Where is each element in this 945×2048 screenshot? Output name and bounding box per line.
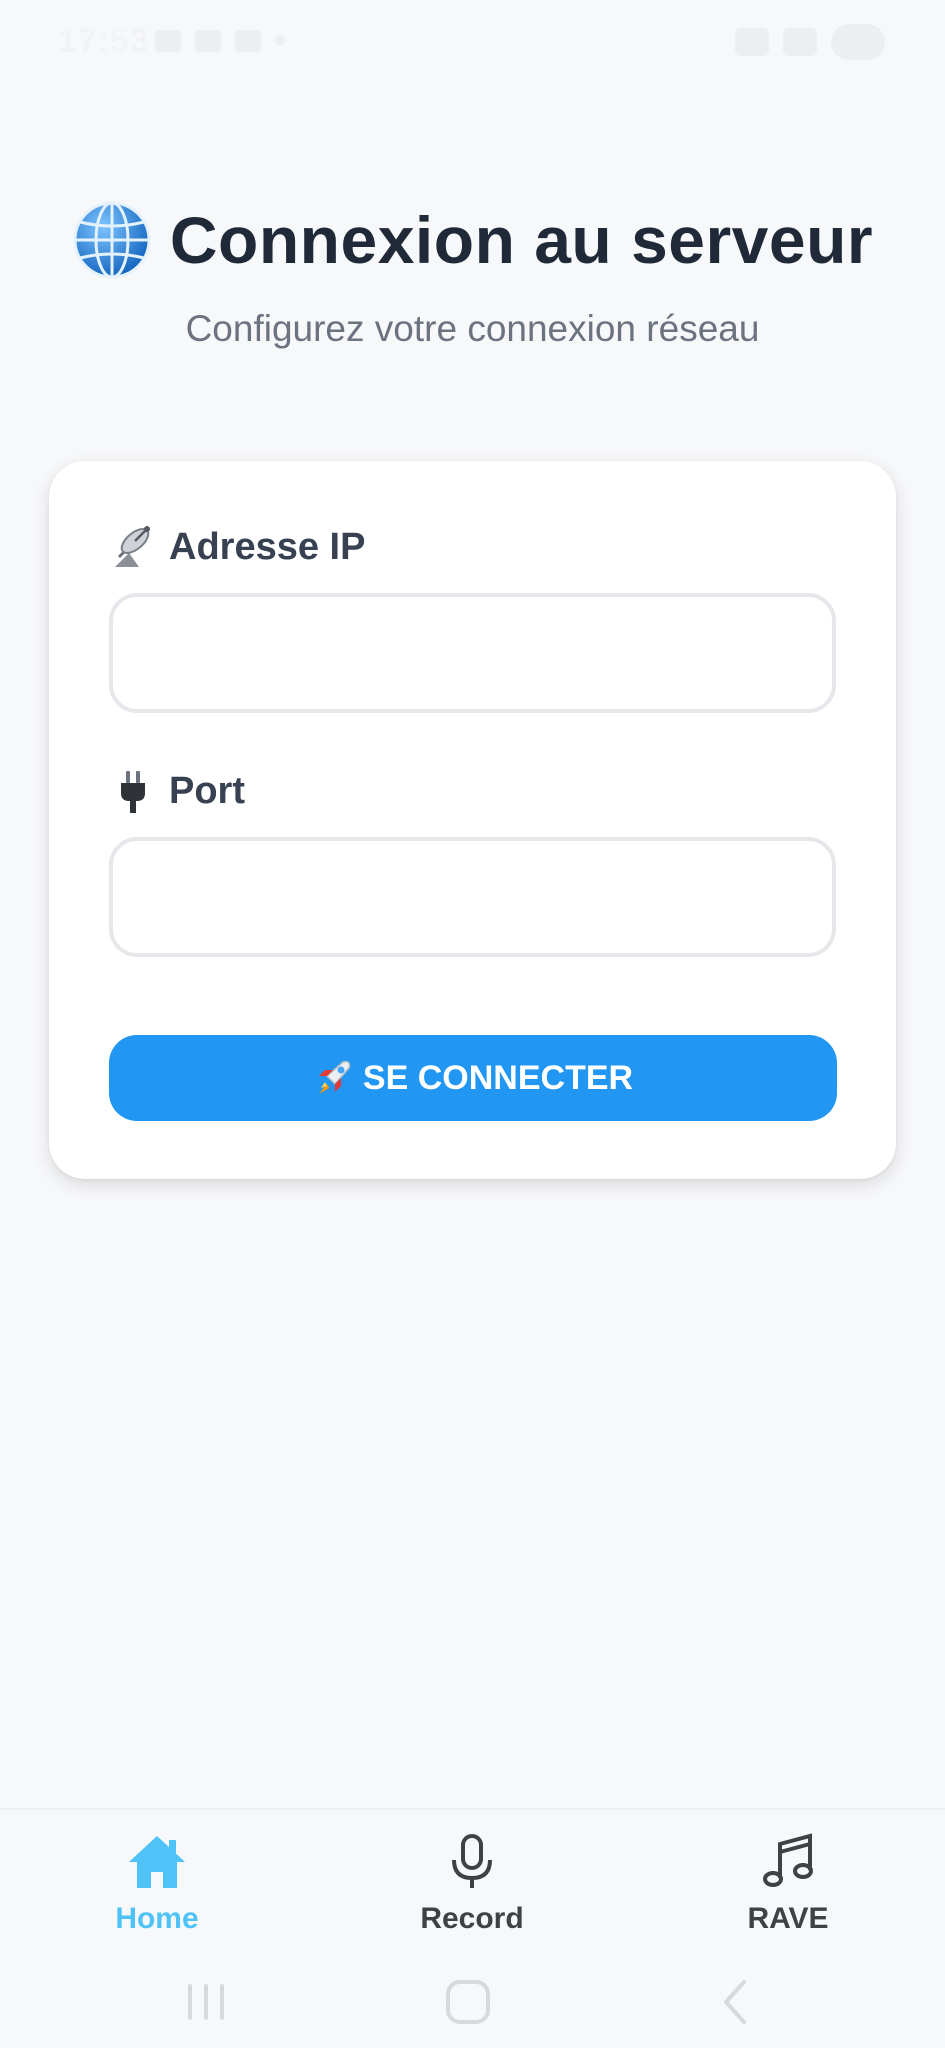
connection-card: Adresse IP Port SE CONNECTER: [49, 461, 896, 1179]
notification-icon: [155, 30, 181, 52]
microphone-icon: [452, 1834, 492, 1888]
port-label-row: Port: [109, 767, 245, 815]
status-notification-icons: [155, 30, 285, 52]
ip-label-row: Adresse IP: [109, 523, 365, 571]
recent-apps-icon[interactable]: [178, 1974, 234, 2030]
nav-label-record: Record: [420, 1902, 524, 1935]
notification-dot-icon: [275, 36, 285, 46]
status-system-icons: [735, 24, 885, 60]
connect-button-label: SE CONNECTER: [362, 1058, 634, 1097]
title-row: Connexion au serveur: [0, 200, 945, 280]
ip-label: Adresse IP: [169, 525, 366, 568]
ip-address-input[interactable]: [109, 593, 836, 713]
home-circle-icon[interactable]: [440, 1974, 496, 2030]
page-subtitle: Configurez votre connexion réseau: [185, 308, 760, 349]
nav-label-rave: RAVE: [747, 1902, 829, 1935]
system-navigation-bar: [0, 1956, 945, 2048]
electric-plug-icon: [121, 771, 145, 813]
port-input[interactable]: [109, 837, 836, 957]
notification-icon: [235, 30, 261, 52]
music-note-icon: [763, 1833, 813, 1887]
nav-item-rave[interactable]: RAVE: [688, 1830, 888, 1936]
status-bar: 17:53: [0, 0, 945, 90]
page-title: Connexion au serveur: [169, 203, 874, 277]
home-icon: [129, 1836, 185, 1888]
rocket-icon: [318, 1060, 351, 1094]
battery-icon: [831, 24, 885, 60]
port-label: Port: [169, 769, 245, 812]
notification-icon: [195, 30, 221, 52]
bottom-navigation: Home Record RAVE: [0, 1808, 945, 1958]
nav-item-home[interactable]: Home: [57, 1830, 257, 1936]
status-time: 17:53: [58, 22, 150, 60]
connect-button[interactable]: SE CONNECTER: [109, 1035, 837, 1121]
nav-item-record[interactable]: Record: [372, 1830, 572, 1936]
wifi-icon: [735, 28, 769, 56]
globe-icon: [73, 201, 151, 279]
back-icon[interactable]: [708, 1974, 764, 2030]
nav-label-home: Home: [115, 1902, 199, 1935]
signal-icon: [783, 28, 817, 56]
page-header: Connexion au serveur Configurez votre co…: [0, 200, 945, 350]
satellite-dish-icon: [115, 526, 150, 567]
